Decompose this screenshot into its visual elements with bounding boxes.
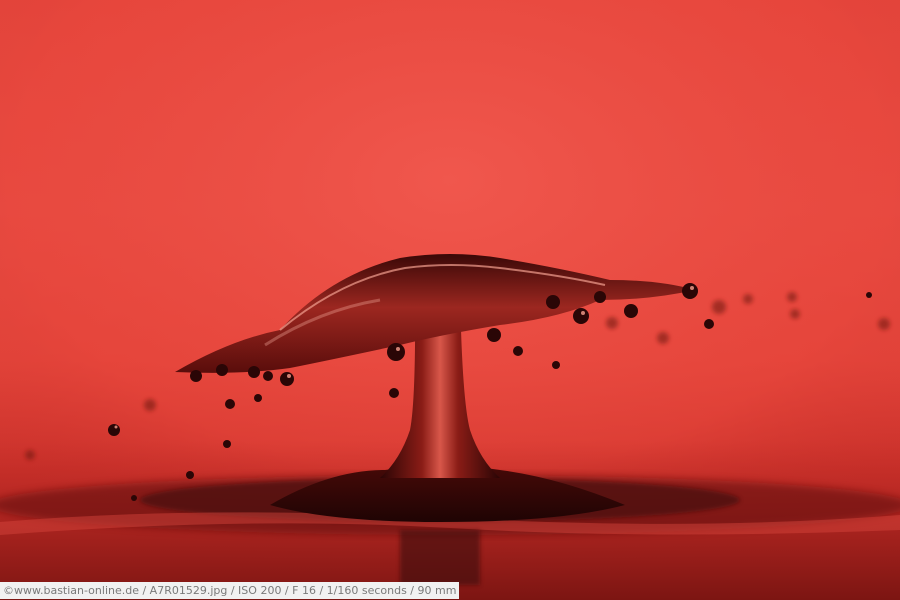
droplet [108,424,120,436]
droplet [712,300,726,314]
droplet [248,366,260,378]
droplet [131,495,137,501]
droplet [280,372,294,386]
water-drop-photo: ©www.bastian-online.de / A7R01529.jpg / … [0,0,900,600]
droplet [790,309,800,319]
droplet [787,292,797,302]
droplet [606,317,618,329]
photo-caption: ©www.bastian-online.de / A7R01529.jpg / … [0,582,460,599]
droplet [254,394,262,402]
droplet-glint [690,286,694,290]
droplet [186,471,194,479]
droplet [594,291,606,303]
droplet [866,292,872,298]
droplet [225,399,235,409]
droplet [552,361,560,369]
droplet [216,364,228,376]
droplet [682,283,698,299]
droplet [25,450,35,460]
droplet [387,343,405,361]
droplet [624,304,638,318]
splash-scene [0,0,900,600]
droplet [878,318,890,330]
droplet-glint [396,347,400,351]
droplet [573,308,589,324]
droplet [704,319,714,329]
droplet [190,370,202,382]
droplet [657,332,669,344]
droplet [743,294,753,304]
droplet-glint [581,311,585,315]
droplet [389,388,399,398]
droplet [223,440,231,448]
droplet-glint [287,374,291,378]
droplet [513,346,523,356]
droplet [546,295,560,309]
droplet [263,371,273,381]
column-reflection [400,530,480,585]
droplet-glint [114,425,118,429]
droplet [144,399,156,411]
droplet [487,328,501,342]
